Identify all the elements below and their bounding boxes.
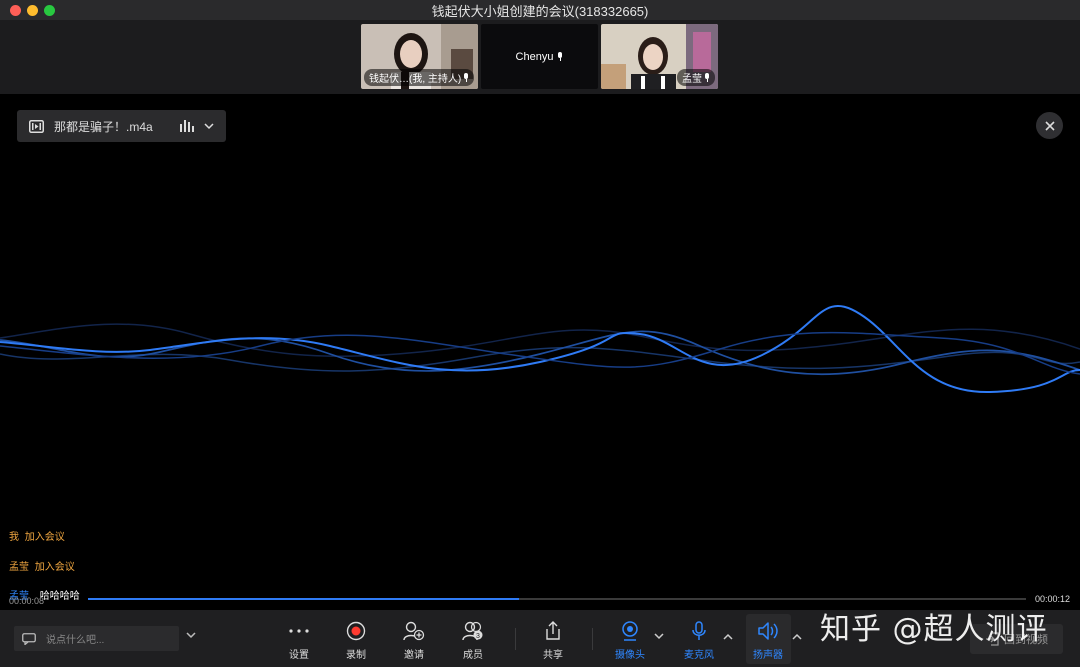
record-button[interactable]: 录制 bbox=[330, 620, 382, 661]
participant-label: 孟莹 bbox=[677, 69, 715, 86]
participant-strip: 钱起伏…(我, 主持人) Chenyu 孟莹 bbox=[0, 20, 1080, 94]
mic-icon bbox=[463, 73, 469, 82]
microphone-icon bbox=[691, 620, 707, 642]
members-icon: 3 bbox=[462, 620, 484, 642]
camera-button[interactable]: 摄像头 bbox=[604, 620, 656, 661]
participant-tile-mengying[interactable]: 孟莹 bbox=[601, 24, 718, 89]
microphone-label: 麦克风 bbox=[684, 650, 714, 661]
watermark: 知乎 @超人测评 bbox=[820, 612, 1048, 647]
settings-button[interactable]: 设置 bbox=[273, 620, 325, 661]
elapsed-time: 00:00:08 bbox=[9, 596, 45, 606]
microphone-button[interactable]: 麦克风 bbox=[673, 620, 725, 661]
toolbar-divider bbox=[592, 628, 593, 650]
record-icon bbox=[346, 620, 366, 642]
chat-bubble-icon bbox=[22, 632, 36, 645]
chat-text: 加入会议 bbox=[34, 562, 75, 573]
playback-progress-fill bbox=[88, 598, 520, 600]
record-label: 录制 bbox=[346, 650, 366, 661]
media-file-name: 那都是骗子！.m4a bbox=[54, 119, 153, 134]
participant-name: Chenyu bbox=[515, 50, 554, 63]
chat-options-chevron-icon[interactable] bbox=[186, 630, 196, 642]
chat-sender: 孟莹 bbox=[9, 562, 29, 573]
window-controls bbox=[10, 5, 55, 16]
more-dots-icon bbox=[289, 620, 309, 642]
invite-button[interactable]: 邀请 bbox=[388, 620, 440, 661]
chat-input-placeholder: 说点什么吧... bbox=[46, 635, 105, 646]
shared-media-view: 那都是骗子！.m4a 我 加入会议 孟莹 加入会议 孟莹 哈哈哈哈 00:00: bbox=[0, 94, 1080, 610]
close-icon bbox=[1044, 120, 1055, 131]
video-file-icon bbox=[29, 119, 44, 133]
audio-waveform bbox=[0, 305, 1080, 394]
settings-label: 设置 bbox=[289, 650, 309, 661]
participant-label: 钱起伏…(我, 主持人) bbox=[364, 69, 475, 86]
mic-icon bbox=[557, 52, 563, 61]
chat-text: 哈哈哈哈 bbox=[39, 591, 80, 602]
minimize-window-button[interactable] bbox=[27, 5, 38, 16]
share-label: 共享 bbox=[543, 650, 563, 661]
speaker-label: 扬声器 bbox=[753, 650, 783, 661]
total-time: 00:00:12 bbox=[1034, 594, 1070, 604]
share-icon bbox=[544, 620, 562, 642]
speaker-options-chevron-icon[interactable] bbox=[792, 632, 802, 643]
participant-tile-chenyu[interactable]: Chenyu bbox=[481, 24, 598, 89]
camera-options-chevron-icon[interactable] bbox=[654, 632, 664, 643]
window-title: 钱起伏大小姐创建的会议(318332665) bbox=[431, 3, 649, 19]
participant-tile-host[interactable]: 钱起伏…(我, 主持人) bbox=[361, 24, 478, 89]
invite-label: 邀请 bbox=[404, 650, 424, 661]
members-button[interactable]: 3 成员 bbox=[447, 620, 499, 661]
speaker-icon bbox=[757, 620, 779, 642]
toolbar-divider bbox=[515, 628, 516, 650]
participant-name: 孟莹 bbox=[682, 74, 702, 85]
add-user-icon bbox=[403, 620, 425, 642]
chevron-down-icon[interactable] bbox=[204, 122, 214, 130]
participant-label: Chenyu bbox=[516, 51, 564, 63]
camera-label: 摄像头 bbox=[615, 650, 645, 661]
microphone-options-chevron-icon[interactable] bbox=[723, 632, 733, 643]
audio-levels-icon[interactable] bbox=[180, 120, 194, 132]
chat-input[interactable]: 说点什么吧... bbox=[14, 626, 179, 651]
media-file-selector[interactable]: 那都是骗子！.m4a bbox=[17, 110, 226, 142]
close-window-button[interactable] bbox=[10, 5, 21, 16]
fullscreen-window-button[interactable] bbox=[44, 5, 55, 16]
camera-icon bbox=[620, 620, 640, 642]
members-count: 3 bbox=[476, 633, 480, 640]
chat-sender: 我 bbox=[9, 532, 19, 543]
close-share-button[interactable] bbox=[1036, 112, 1063, 139]
chat-message: 我 加入会议 bbox=[9, 528, 65, 543]
participant-name: 钱起伏…(我, 主持人) bbox=[369, 74, 462, 85]
speaker-button[interactable]: 扬声器 bbox=[742, 620, 794, 661]
share-button[interactable]: 共享 bbox=[527, 620, 579, 661]
chat-text: 加入会议 bbox=[24, 532, 65, 543]
title-bar: 钱起伏大小姐创建的会议(318332665) bbox=[0, 0, 1080, 20]
mic-icon bbox=[704, 73, 710, 82]
playback-progress-bar[interactable] bbox=[88, 598, 1026, 600]
chat-message: 孟莹 加入会议 bbox=[9, 558, 75, 573]
members-label: 成员 bbox=[463, 650, 483, 661]
